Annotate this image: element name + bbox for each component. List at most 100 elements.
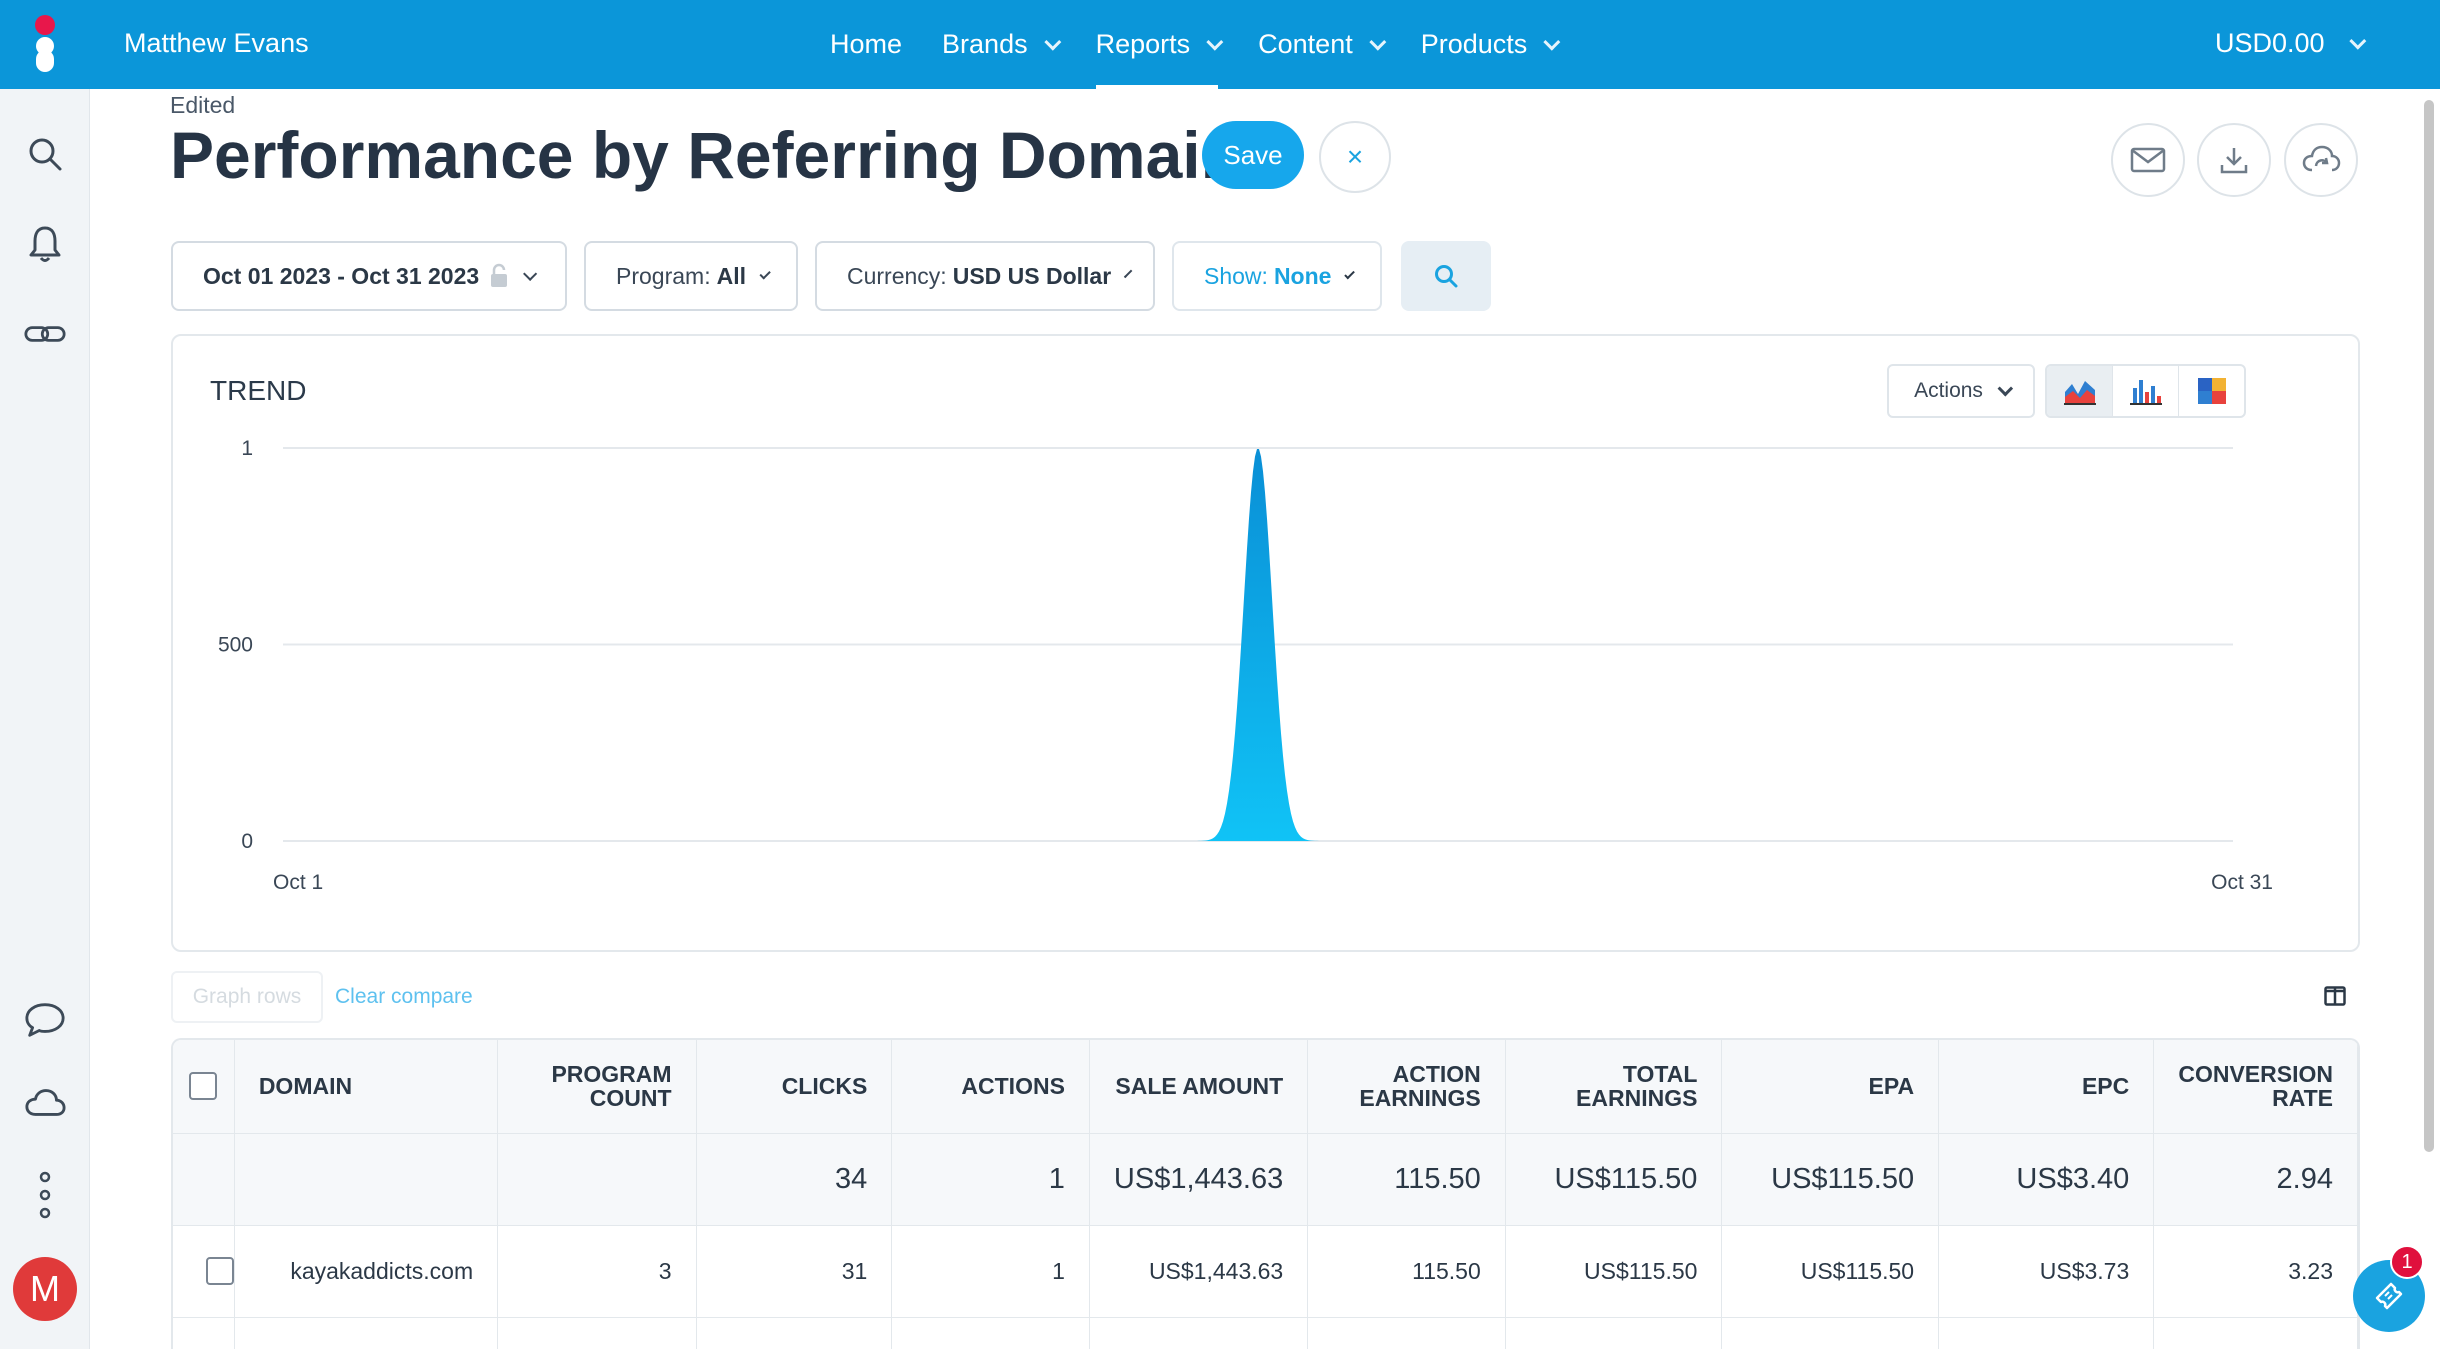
nav-reports[interactable]: Reports	[1095, 0, 1224, 89]
save-button[interactable]: Save	[1202, 121, 1304, 189]
x-tick-label: Oct 1	[273, 871, 323, 894]
x-axis-ticks: Oct 1 Oct 31	[273, 871, 2273, 894]
search-icon[interactable]	[24, 133, 66, 175]
column-header[interactable]: CONVERSION RATE	[2153, 1040, 2358, 1134]
table-cell: 115.50	[1307, 1225, 1506, 1318]
nav-home-label: Home	[830, 29, 903, 59]
columns-icon[interactable]	[2324, 986, 2346, 1006]
x-tick-label: Oct 31	[2211, 871, 2273, 894]
table-header-row: DOMAIN PROGRAM COUNT CLICKS ACTIONS SALE…	[173, 1040, 2358, 1134]
cloud-icon[interactable]	[24, 1082, 66, 1124]
chart-type-toggle	[2045, 364, 2246, 418]
totals-cell: US$1,443.63	[1089, 1133, 1309, 1226]
table-cell: 3.23	[2153, 1225, 2358, 1318]
graph-rows-button[interactable]: Graph rows	[171, 971, 323, 1023]
nav-content[interactable]: Content	[1258, 0, 1387, 89]
unlock-icon	[491, 263, 508, 287]
nav-products[interactable]: Products	[1420, 0, 1561, 89]
chevron-down-icon	[1206, 33, 1224, 51]
program-filter[interactable]: Program: All	[584, 241, 798, 311]
domain-cell: kayakaddicts.com	[234, 1225, 499, 1318]
chevron-down-icon	[1369, 33, 1387, 51]
nav-home[interactable]: Home	[830, 0, 902, 89]
table-cell: 31	[696, 1225, 893, 1318]
table-cell	[2153, 1317, 2358, 1349]
download-icon[interactable]	[2197, 123, 2271, 197]
main-nav: Home Brands Reports Content Products	[830, 0, 1595, 89]
currency-filter[interactable]: Currency: USD US Dollar	[815, 241, 1155, 311]
avatar[interactable]: M	[13, 1257, 77, 1321]
table-cell	[1307, 1317, 1506, 1349]
nav-products-label: Products	[1420, 29, 1528, 59]
row-checkbox[interactable]	[205, 1257, 234, 1286]
brand-logo[interactable]	[30, 14, 60, 76]
cloud-sync-icon[interactable]	[2284, 123, 2358, 197]
table-row: kayakaddicts.com 3 31 1 US$1,443.63 115.…	[173, 1225, 2358, 1318]
more-icon[interactable]	[24, 1171, 66, 1219]
totals-cell	[234, 1133, 499, 1226]
table-cell	[234, 1317, 499, 1349]
chart-actions-label: Actions	[1914, 379, 1983, 402]
table-cell: US$1,443.63	[1089, 1225, 1309, 1318]
row-select-cell	[173, 1225, 235, 1318]
totals-cell: 1	[891, 1133, 1090, 1226]
trend-area-chart: 0 500 1 Oct 1 Oct 31	[218, 437, 2273, 894]
totals-cell: 2.94	[2153, 1133, 2358, 1226]
heatmap-icon[interactable]	[2179, 366, 2244, 416]
date-range-filter[interactable]: Oct 01 2023 - Oct 31 2023	[171, 241, 567, 311]
chevron-down-icon	[1997, 380, 2014, 396]
notification-badge: 1	[2390, 1245, 2424, 1279]
column-header[interactable]: ACTIONS	[891, 1040, 1090, 1134]
nav-reports-label: Reports	[1095, 29, 1191, 59]
bar-chart-icon[interactable]	[2113, 366, 2179, 416]
column-header[interactable]: CLICKS	[696, 1040, 893, 1134]
balance-value: USD0.00	[2215, 28, 2325, 58]
balance-menu[interactable]: USD0.00	[2215, 28, 2366, 59]
table-cell	[1721, 1317, 1940, 1349]
column-header[interactable]: EPA	[1721, 1040, 1940, 1134]
email-icon[interactable]	[2111, 123, 2185, 197]
chevron-down-icon	[2348, 32, 2366, 50]
nav-content-label: Content	[1258, 29, 1353, 59]
link-icon[interactable]	[24, 313, 66, 355]
chevron-down-icon	[523, 266, 538, 281]
nav-brands[interactable]: Brands	[942, 0, 1061, 89]
table-cell: US$115.50	[1721, 1225, 1940, 1318]
bell-icon[interactable]	[24, 223, 66, 265]
area-chart-icon[interactable]	[2047, 366, 2113, 416]
column-header[interactable]: EPC	[1938, 1040, 2155, 1134]
y-tick-label: 0	[241, 830, 253, 853]
program-filter-value: All	[716, 262, 746, 289]
program-filter-label: Program:	[616, 262, 711, 289]
select-all-cell	[173, 1040, 235, 1134]
close-icon[interactable]: ×	[1319, 121, 1391, 193]
column-header[interactable]: DOMAIN	[234, 1040, 499, 1134]
totals-cell: 34	[696, 1133, 893, 1226]
chevron-down-icon	[1124, 269, 1133, 279]
column-header[interactable]: PROGRAM COUNT	[497, 1040, 697, 1134]
account-name[interactable]: Matthew Evans	[124, 28, 309, 59]
run-search-button[interactable]	[1401, 241, 1491, 311]
vertical-scrollbar[interactable]	[2424, 100, 2434, 1152]
column-header[interactable]: ACTION EARNINGS	[1307, 1040, 1506, 1134]
ticket-icon	[2375, 1282, 2403, 1310]
show-filter[interactable]: Show: None	[1172, 241, 1382, 311]
table-cell	[497, 1317, 697, 1349]
y-tick-label: 500	[218, 634, 253, 657]
table-cell: US$115.50	[1505, 1225, 1723, 1318]
chat-icon[interactable]	[24, 999, 66, 1041]
chart-actions-button[interactable]: Actions	[1887, 364, 2035, 418]
select-all-checkbox[interactable]	[189, 1072, 218, 1101]
clear-compare-link[interactable]: Clear compare	[335, 985, 473, 1009]
show-filter-label: Show:	[1204, 262, 1268, 289]
close-symbol: ×	[1346, 141, 1364, 172]
table-cell	[1505, 1317, 1723, 1349]
table-cell	[173, 1317, 235, 1349]
show-filter-value: None	[1273, 262, 1332, 289]
actions-link-cell[interactable]: 1	[891, 1225, 1090, 1318]
y-axis-ticks: 0 500 1	[218, 437, 253, 853]
column-header[interactable]: TOTAL EARNINGS	[1505, 1040, 1723, 1134]
table-cell	[696, 1317, 893, 1349]
chevron-down-icon	[759, 268, 771, 280]
column-header[interactable]: SALE AMOUNT	[1089, 1040, 1309, 1134]
